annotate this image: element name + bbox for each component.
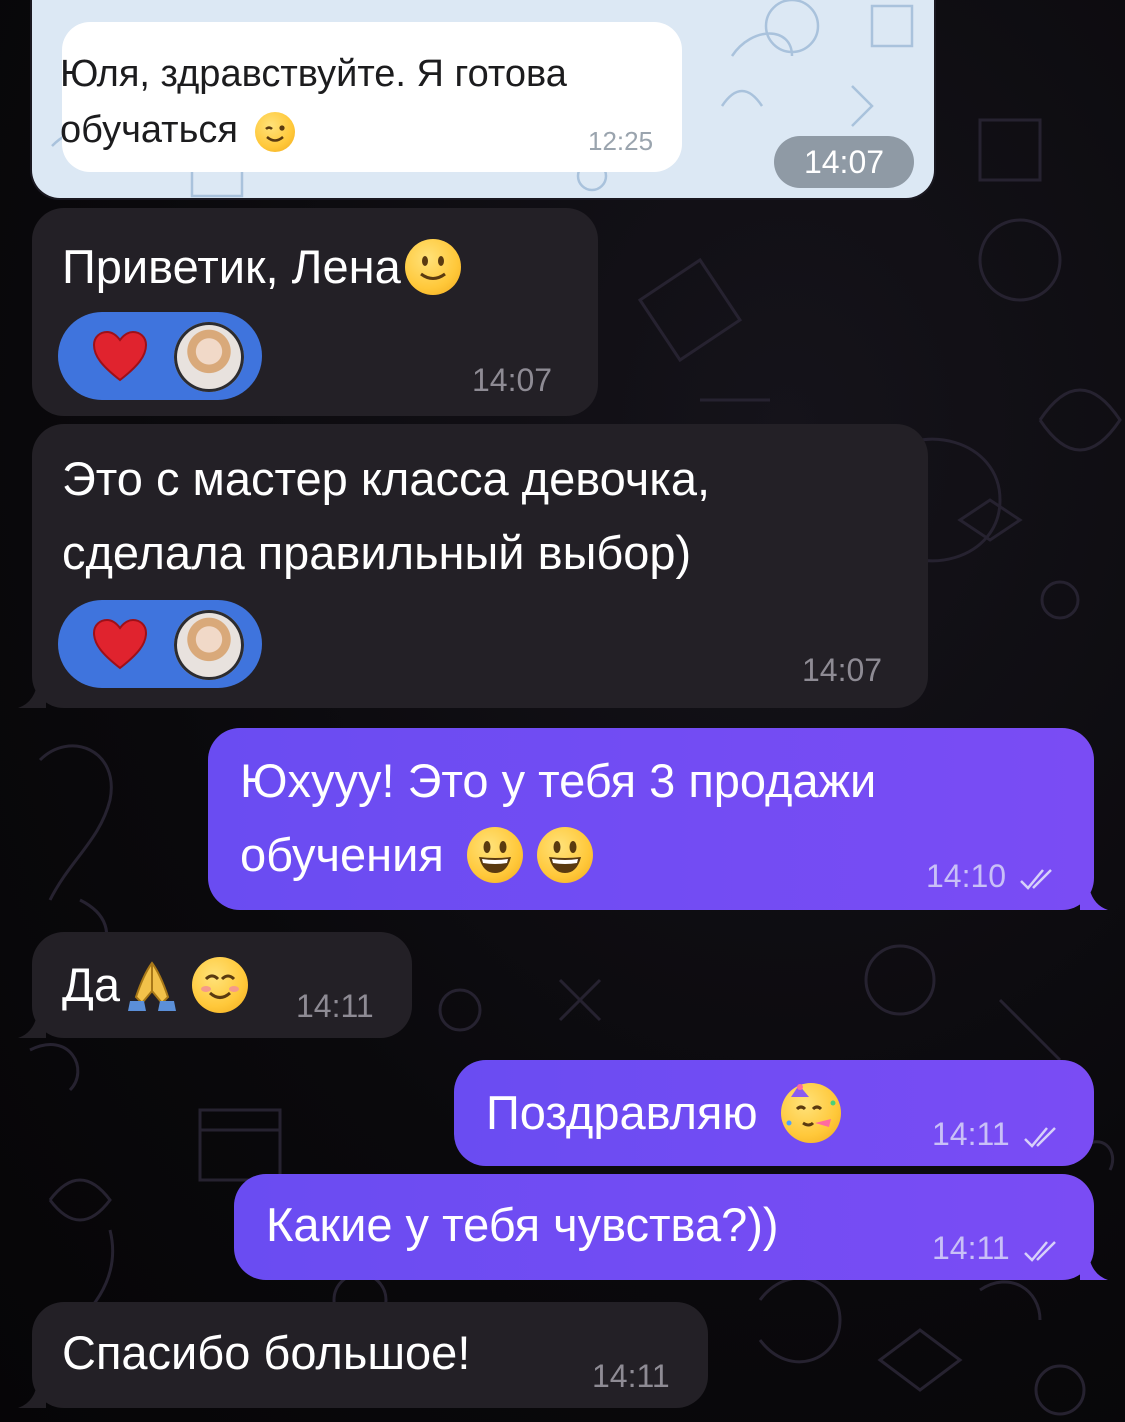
reactor-avatar (174, 322, 244, 392)
photo-timestamp: 14:07 (774, 136, 914, 188)
double-check-icon (1023, 1126, 1056, 1148)
message-outgoing[interactable]: Какие у тебя чувства?)) 14:11 (234, 1174, 1108, 1280)
folded-hands-icon (124, 957, 180, 1013)
bubble-tail (1080, 880, 1108, 910)
smiling-face-with-smiling-eyes-icon (191, 956, 248, 1013)
heart-icon (92, 618, 148, 670)
message-incoming[interactable]: Приветик, Лена 14:07 (32, 208, 598, 416)
reaction-pill[interactable] (58, 600, 262, 688)
grinning-face-icon (466, 826, 523, 883)
message-time: 14:11 (932, 1230, 1010, 1266)
grinning-face-icon (536, 826, 593, 883)
reaction-pill[interactable] (58, 312, 262, 400)
message-text: Да (62, 958, 120, 1011)
bubble-tail (18, 1008, 46, 1038)
slightly-smiling-face-icon (404, 238, 461, 295)
reactor-avatar (174, 610, 244, 680)
message-time: 14:07 (802, 652, 883, 688)
chat-view: Юля, здравствуйте. Я готова обучаться 12… (0, 0, 1125, 1422)
message-time: 14:11 (296, 988, 374, 1024)
message-time: 14:11 (932, 1116, 1010, 1152)
message-text-line: Юхууу! Это у тебя 3 продажи (240, 754, 877, 807)
message-time: 14:07 (472, 362, 553, 398)
message-text: Приветик, Лена (62, 240, 401, 293)
double-check-icon (1020, 868, 1052, 890)
message-incoming[interactable]: Спасибо большое! 14:11 (18, 1302, 708, 1408)
message-outgoing[interactable]: Поздравляю 14:11 (454, 1060, 1094, 1166)
message-text: Какие у тебя чувства?)) (266, 1198, 779, 1251)
message-text-line: сделала правильный выбор) (62, 526, 692, 579)
partying-face-icon (780, 1082, 841, 1143)
message-incoming[interactable]: Да 14:11 (18, 932, 412, 1038)
screenshot-message-time: 12:25 (588, 126, 654, 156)
message-text-line: обучения (240, 828, 444, 881)
bubble-tail (18, 1378, 46, 1408)
message-time: 14:11 (592, 1358, 670, 1394)
message-incoming[interactable]: Это с мастер класса девочка, сделала пра… (18, 424, 928, 708)
heart-icon (92, 330, 148, 382)
message-text: Спасибо большое! (62, 1326, 471, 1379)
message-time: 14:10 (926, 858, 1007, 894)
bubble-tail (18, 678, 46, 708)
winking-face-icon (254, 111, 295, 152)
screenshot-message-text: Юля, здравствуйте. Я готова обучаться (60, 53, 567, 152)
bubble-tail (1080, 1250, 1108, 1280)
message-text: Поздравляю (486, 1086, 758, 1139)
double-check-icon (1023, 1240, 1056, 1262)
message-outgoing[interactable]: Юхууу! Это у тебя 3 продажи обучения 14:… (208, 728, 1108, 910)
message-text-line: Это с мастер класса девочка, (62, 452, 711, 505)
